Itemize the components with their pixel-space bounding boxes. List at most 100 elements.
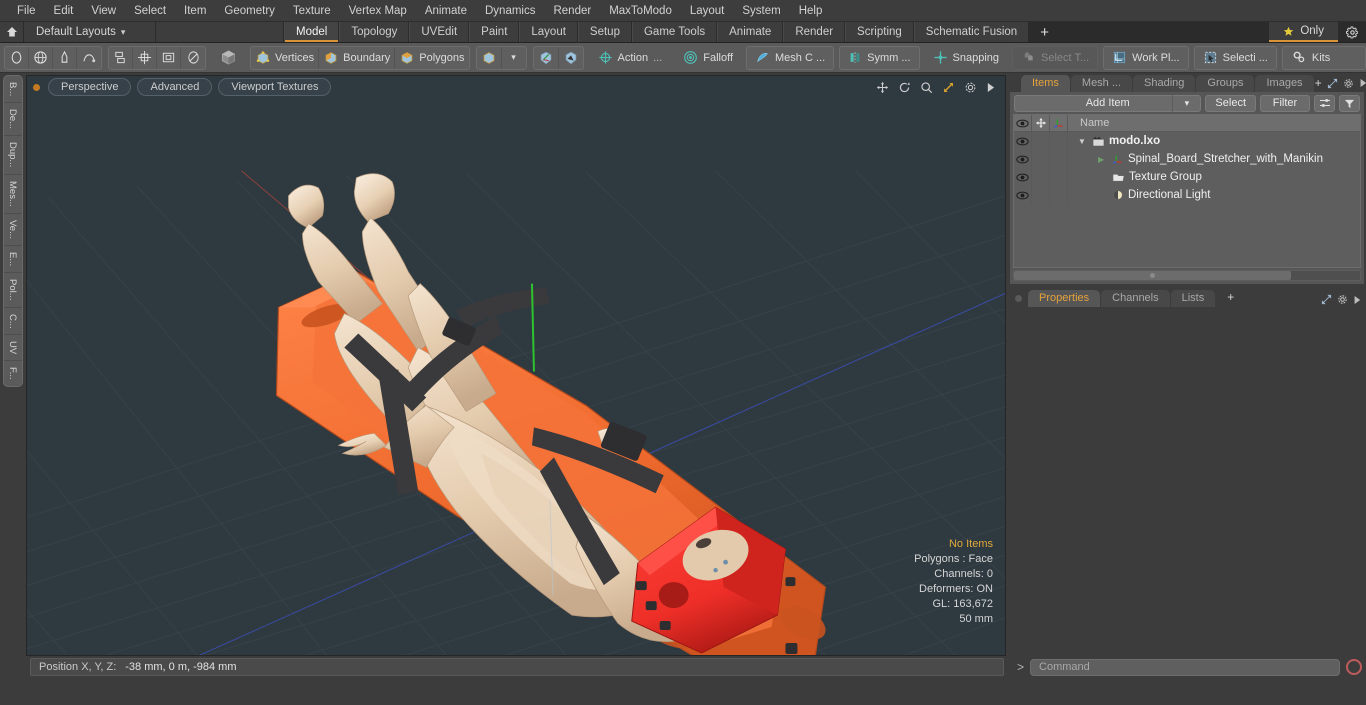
home-button[interactable] xyxy=(0,22,24,42)
tab-items[interactable]: Items xyxy=(1021,75,1070,92)
row-visibility-toggle[interactable] xyxy=(1014,186,1032,204)
left-tab-mesh-edit[interactable]: Mes... xyxy=(4,175,22,214)
tab-properties[interactable]: Properties xyxy=(1028,290,1101,307)
circle-tool-button[interactable] xyxy=(5,46,29,69)
position-readout[interactable]: Position X, Y, Z: -38 mm, 0 m, -984 mm xyxy=(30,658,1004,676)
tab-scripting[interactable]: Scripting xyxy=(845,22,914,42)
tab-paint[interactable]: Paint xyxy=(469,22,520,42)
tab-render[interactable]: Render xyxy=(783,22,846,42)
selection-set-button[interactable]: Selecti ... xyxy=(1193,45,1277,70)
properties-panel-body[interactable] xyxy=(1010,307,1364,656)
left-tab-basic[interactable]: B... xyxy=(4,76,22,104)
row-visibility-toggle[interactable] xyxy=(1014,132,1032,150)
record-icon[interactable] xyxy=(1346,659,1362,675)
left-tab-uv[interactable]: UV xyxy=(4,335,22,362)
column-transform[interactable] xyxy=(1032,115,1050,131)
filter-button[interactable]: Filter xyxy=(1260,94,1310,112)
falloff-button[interactable]: Falloff xyxy=(675,46,741,70)
funnel-filter-button[interactable] xyxy=(1339,94,1360,112)
row-axis-cell[interactable] xyxy=(1050,132,1068,150)
tab-groups[interactable]: Groups xyxy=(1196,75,1255,92)
add-item-caret[interactable]: ▾ xyxy=(1172,94,1200,112)
viewport-view-mode[interactable]: Perspective xyxy=(48,78,132,96)
mode-cube-button[interactable] xyxy=(477,46,502,69)
left-tab-duplicate[interactable]: Dup... xyxy=(4,136,22,175)
table-row[interactable]: Directional Light xyxy=(1014,186,1360,204)
layout-settings-button[interactable] xyxy=(1338,22,1366,42)
expand-icon[interactable] xyxy=(1321,294,1332,305)
align-tool-button[interactable] xyxy=(109,46,133,69)
menu-item-maxtomodo[interactable]: MaxToModo xyxy=(600,0,681,22)
work-plane-button[interactable]: Work Pl... xyxy=(1103,45,1189,70)
pivot-a-button[interactable] xyxy=(534,46,559,69)
gear-icon[interactable] xyxy=(1337,294,1348,305)
gear-icon[interactable] xyxy=(964,81,977,94)
vertices-mode-button[interactable]: Vertices xyxy=(251,46,320,69)
command-input[interactable]: Command xyxy=(1030,658,1340,676)
tab-game-tools[interactable]: Game Tools xyxy=(631,22,718,42)
menu-item-geometry[interactable]: Geometry xyxy=(215,0,284,22)
kits-button[interactable]: Kits xyxy=(1281,45,1366,70)
table-row[interactable]: Texture Group xyxy=(1014,168,1360,186)
viewport-menu-dot[interactable] xyxy=(33,83,40,91)
left-tab-edge[interactable]: E... xyxy=(4,246,22,273)
left-tab-deform[interactable]: De... xyxy=(4,103,22,137)
3d-viewport[interactable]: Y X Perspective Advanced Viewport Textur… xyxy=(26,75,1006,656)
list-options-button[interactable] xyxy=(1314,94,1335,112)
move-icon[interactable] xyxy=(876,81,889,94)
menu-item-item[interactable]: Item xyxy=(175,0,215,22)
sphere-tool-button[interactable] xyxy=(29,46,53,69)
gear-icon[interactable] xyxy=(1343,78,1354,89)
polygons-mode-button[interactable]: Polygons xyxy=(395,47,468,69)
tab-channels[interactable]: Channels xyxy=(1101,290,1170,307)
column-visibility[interactable] xyxy=(1014,115,1032,131)
left-tab-vertex[interactable]: Ve... xyxy=(4,214,22,246)
snapping-button[interactable]: Snapping xyxy=(925,46,1008,70)
add-item-button[interactable]: Add Item ▾ xyxy=(1014,94,1202,112)
menu-item-view[interactable]: View xyxy=(82,0,125,22)
item-mode-button[interactable] xyxy=(212,46,245,70)
expander-icon[interactable]: ▶ xyxy=(1098,155,1108,164)
fit-icon[interactable] xyxy=(942,81,955,94)
default-layouts-dropdown[interactable]: Default Layouts ▾ xyxy=(24,22,156,42)
ellipse-tool-button[interactable] xyxy=(181,47,205,69)
table-row[interactable]: ▼ modo.lxo xyxy=(1014,132,1360,150)
center-tool-button[interactable] xyxy=(133,46,157,69)
row-visibility-toggle[interactable] xyxy=(1014,168,1032,186)
add-bottom-tab-button[interactable]: + xyxy=(1216,288,1245,307)
tab-schematic-fusion[interactable]: Schematic Fusion xyxy=(913,22,1030,42)
tab-shading[interactable]: Shading xyxy=(1133,75,1196,92)
select-button[interactable]: Select xyxy=(1205,94,1256,112)
tab-layout[interactable]: Layout xyxy=(519,22,578,42)
tab-mesh[interactable]: Mesh ... xyxy=(1070,75,1133,92)
play-icon[interactable] xyxy=(1353,295,1361,305)
tab-uvedit[interactable]: UVEdit xyxy=(409,22,470,42)
scrollbar-thumb[interactable] xyxy=(1014,271,1291,280)
menu-item-select[interactable]: Select xyxy=(125,0,175,22)
rotate-icon[interactable] xyxy=(898,81,911,94)
play-icon[interactable] xyxy=(986,82,995,93)
tab-lists[interactable]: Lists xyxy=(1170,290,1216,307)
expand-icon[interactable] xyxy=(1327,78,1338,89)
pen-tool-button[interactable] xyxy=(53,46,77,69)
menu-item-render[interactable]: Render xyxy=(544,0,600,22)
row-transform-cell[interactable] xyxy=(1032,168,1050,186)
mesh-constraint-button[interactable]: Mesh C ... xyxy=(746,45,835,70)
tab-images[interactable]: Images xyxy=(1255,75,1314,92)
viewport-textures-mode[interactable]: Viewport Textures xyxy=(218,78,332,96)
menu-item-texture[interactable]: Texture xyxy=(284,0,340,22)
viewport-shading-mode[interactable]: Advanced xyxy=(137,78,213,96)
only-toggle-button[interactable]: Only xyxy=(1269,22,1338,42)
expander-icon[interactable]: ▼ xyxy=(1078,137,1088,146)
play-icon[interactable] xyxy=(1359,78,1366,88)
pivot-b-button[interactable] xyxy=(559,47,583,69)
tab-model[interactable]: Model xyxy=(284,22,340,42)
row-transform-cell[interactable] xyxy=(1032,186,1050,204)
select-through-button[interactable]: Select T... xyxy=(1012,45,1099,70)
row-transform-cell[interactable] xyxy=(1032,150,1050,168)
square-tool-button[interactable] xyxy=(157,46,181,69)
add-layout-tab-button[interactable]: + xyxy=(1029,22,1060,42)
menu-item-help[interactable]: Help xyxy=(790,0,832,22)
row-name-cell[interactable]: ▶ Spinal_Board_Stretcher_with_Manikin xyxy=(1068,150,1360,168)
row-axis-cell[interactable] xyxy=(1050,168,1068,186)
